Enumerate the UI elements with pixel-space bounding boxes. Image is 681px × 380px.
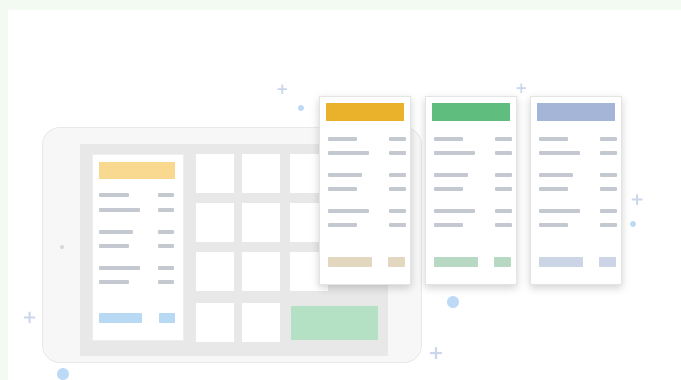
ticket-line <box>158 280 174 284</box>
ticket-line <box>158 230 174 234</box>
decoration-dot <box>57 368 69 380</box>
card-line <box>389 187 406 191</box>
ticket-line <box>99 244 129 248</box>
blue-order-card <box>530 96 622 285</box>
decoration-dot <box>447 296 459 308</box>
card-line <box>539 187 568 191</box>
card-line <box>328 187 357 191</box>
card-header <box>326 103 404 121</box>
ticket-line <box>99 208 140 212</box>
decoration-dot <box>298 105 304 111</box>
card-line <box>495 223 512 227</box>
card-footer <box>599 257 616 267</box>
card-line <box>600 209 617 213</box>
card-line <box>600 151 617 155</box>
card-line <box>434 223 463 227</box>
tablet-camera-dot <box>60 245 64 249</box>
card-footer <box>434 257 478 267</box>
decoration-dot <box>630 221 636 227</box>
ticket-line <box>99 193 129 197</box>
grid-tile <box>242 203 280 242</box>
card-line <box>539 151 580 155</box>
decoration-plus-icon: + <box>276 80 289 98</box>
ticket-line <box>158 193 174 197</box>
card-line <box>495 209 512 213</box>
card-line <box>600 223 617 227</box>
card-line <box>495 173 512 177</box>
grid-tile <box>242 154 280 193</box>
card-footer <box>388 257 405 267</box>
card-line <box>600 187 617 191</box>
tablet-ticket-footer <box>99 313 142 323</box>
card-line <box>389 173 406 177</box>
card-line <box>389 223 406 227</box>
ticket-line <box>158 266 174 270</box>
card-line <box>328 209 369 213</box>
grid-tile <box>242 303 280 342</box>
ticket-line <box>99 266 140 270</box>
green-order-card <box>425 96 517 285</box>
ticket-line <box>99 230 133 234</box>
card-footer <box>494 257 511 267</box>
card-line <box>328 151 369 155</box>
card-line <box>328 223 357 227</box>
card-header <box>537 103 615 121</box>
card-line <box>539 173 573 177</box>
card-line <box>389 137 406 141</box>
decoration-plus-icon: + <box>22 307 38 328</box>
yellow-order-card <box>319 96 411 285</box>
card-line <box>434 187 463 191</box>
card-line <box>434 137 463 141</box>
ticket-line <box>99 280 129 284</box>
decoration-plus-icon: + <box>428 342 444 364</box>
card-line <box>434 173 468 177</box>
card-line <box>434 151 475 155</box>
tablet-ticket-footer <box>159 313 175 323</box>
card-line <box>389 151 406 155</box>
decoration-plus-icon: + <box>630 190 645 210</box>
grid-tile <box>196 154 234 193</box>
card-footer <box>539 257 583 267</box>
grid-tile <box>196 203 234 242</box>
card-line <box>434 209 475 213</box>
decoration-plus-icon: + <box>515 79 528 97</box>
card-line <box>539 137 568 141</box>
grid-tile <box>196 303 234 342</box>
ticket-line <box>158 208 174 212</box>
card-line <box>600 173 617 177</box>
green-action-block <box>291 306 378 340</box>
card-line <box>495 137 512 141</box>
card-header <box>432 103 510 121</box>
illustration: + + + + + <box>0 0 681 380</box>
card-line <box>495 187 512 191</box>
grid-tile <box>242 252 280 291</box>
card-footer <box>328 257 372 267</box>
card-line <box>389 209 406 213</box>
grid-tile <box>196 252 234 291</box>
card-line <box>539 223 568 227</box>
card-line <box>328 137 357 141</box>
ticket-line <box>158 244 174 248</box>
card-line <box>328 173 362 177</box>
card-line <box>539 209 580 213</box>
tablet-order-ticket <box>92 154 184 341</box>
tablet-ticket-header <box>99 162 175 179</box>
card-line <box>600 137 617 141</box>
card-line <box>495 151 512 155</box>
